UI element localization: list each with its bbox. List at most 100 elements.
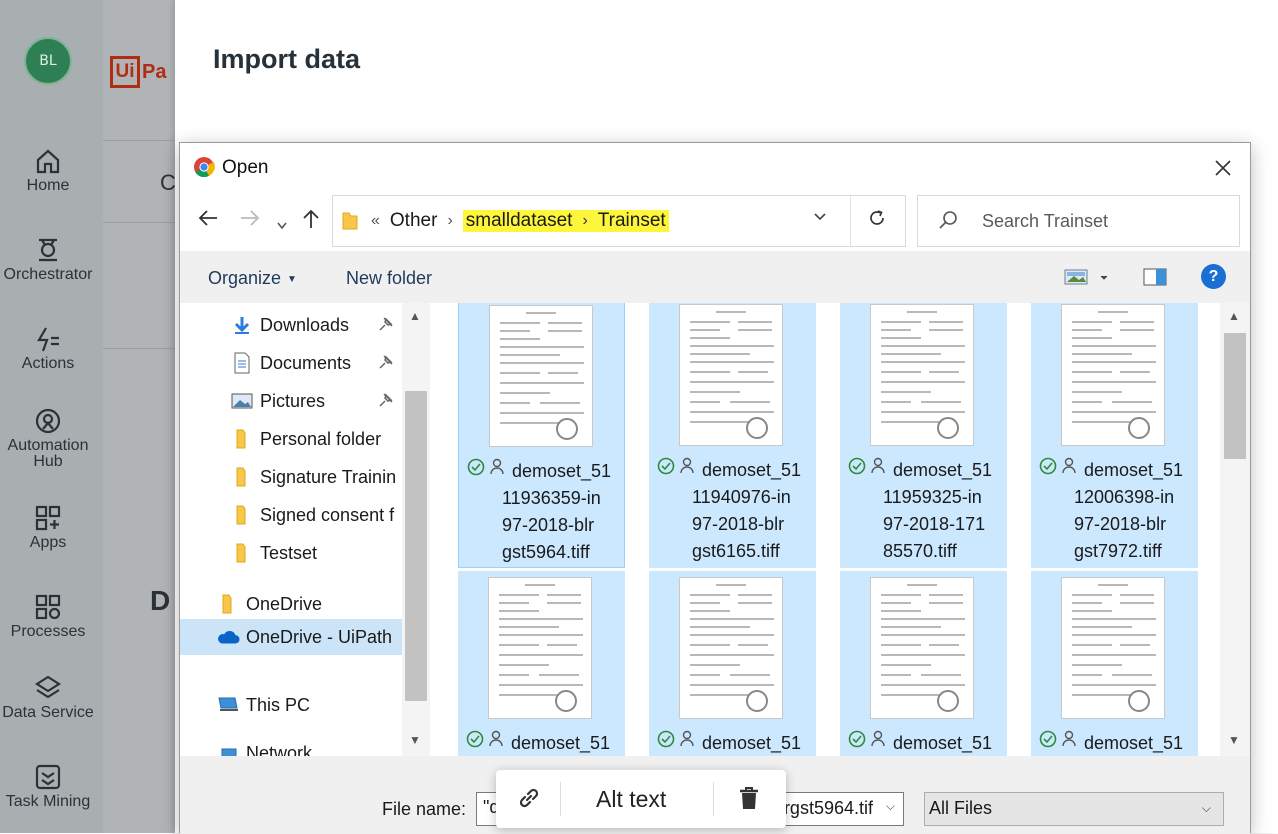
nav-orchestrator[interactable]: Orchestrator xyxy=(0,235,96,283)
scroll-up-icon[interactable]: ▲ xyxy=(1228,309,1240,323)
file-thumbnail xyxy=(870,577,974,719)
chrome-icon xyxy=(194,157,215,178)
file-name: demoset_51 11936359-in 97-2018-blr gst5964.… xyxy=(502,458,622,566)
thumbnail-line xyxy=(881,411,965,413)
refresh-button[interactable] xyxy=(867,208,887,234)
nav-item-onedrive[interactable]: OneDrive xyxy=(216,586,402,622)
file-name: demoset_51 12006398-in 97-2018-blr gst7972.… xyxy=(1074,457,1194,565)
actions-icon xyxy=(37,327,59,352)
thumbnail-line xyxy=(548,330,582,332)
help-button[interactable]: ? xyxy=(1201,264,1226,289)
nav-pane-scrollbar[interactable]: ▲ ▼ xyxy=(402,303,430,756)
scroll-down-icon[interactable]: ▼ xyxy=(409,733,421,747)
breadcrumb-item-smalldataset[interactable]: smalldataset xyxy=(466,210,573,232)
up-button[interactable] xyxy=(302,209,320,235)
nav-label: Orchestrator xyxy=(3,266,93,283)
avatar[interactable]: BL xyxy=(24,37,72,85)
delete-button[interactable] xyxy=(738,785,760,816)
close-icon xyxy=(1215,160,1231,176)
chevron-down-icon[interactable]: ⌵ xyxy=(886,799,895,814)
search-box[interactable]: Search Trainset xyxy=(917,195,1240,247)
thumbnail-line xyxy=(881,684,965,686)
organize-button[interactable]: Organize ▼ xyxy=(208,268,297,289)
search-placeholder: Search Trainset xyxy=(982,211,1109,231)
breadcrumb-overflow[interactable]: « xyxy=(371,212,380,230)
nav-item-this-pc[interactable]: This PC xyxy=(216,687,402,723)
file-tile[interactable]: demoset_51 11940976-in 97-2018-blr gst6165.… xyxy=(649,303,816,568)
preview-pane-icon xyxy=(1143,268,1167,286)
alt-text-button[interactable]: Alt text xyxy=(596,786,666,813)
nav-item-documents[interactable]: Documents xyxy=(230,345,402,381)
nav-item-onedrive-uipath[interactable]: OneDrive - UiPath xyxy=(180,619,402,655)
file-tile[interactable]: demoset_51 xyxy=(649,571,816,756)
thumbnail-line xyxy=(690,684,774,686)
shared-user-icon xyxy=(490,458,504,475)
splitter[interactable] xyxy=(430,303,442,756)
nav-item-downloads[interactable]: Downloads xyxy=(230,307,402,343)
new-folder-button[interactable]: New folder xyxy=(346,268,432,289)
nav-item-network[interactable]: Network xyxy=(216,735,402,756)
file-list-scrollbar[interactable]: ▲ ▼ xyxy=(1220,303,1250,756)
thumbnail-line xyxy=(500,412,584,414)
forward-button[interactable] xyxy=(240,209,260,233)
scroll-up-icon[interactable]: ▲ xyxy=(409,309,421,323)
thumbnail-line xyxy=(1072,401,1102,403)
nav-item-signed-consent[interactable]: Signed consent f xyxy=(230,497,402,533)
recent-locations-button[interactable] xyxy=(277,213,287,236)
nav-item-label: OneDrive - UiPath xyxy=(246,626,393,647)
thumbnail-line xyxy=(738,644,768,646)
thumbnail-line xyxy=(881,594,921,596)
nav-item-pictures[interactable]: Pictures xyxy=(230,383,402,419)
nav-processes[interactable]: Processes xyxy=(0,592,96,640)
preview-pane-button[interactable] xyxy=(1143,268,1167,291)
scroll-down-icon[interactable]: ▼ xyxy=(1228,733,1240,747)
address-bar[interactable]: « Other › smalldataset › Trainset xyxy=(332,195,906,247)
nav-item-testset[interactable]: Testset xyxy=(230,535,402,571)
thumbnail-line xyxy=(1112,674,1152,676)
file-type-select[interactable]: All Files ⌵ xyxy=(924,792,1224,826)
thumbnail-line xyxy=(690,329,720,331)
thumbnail-line xyxy=(1072,321,1112,323)
thumbnail-line xyxy=(1072,626,1132,628)
scrollbar-thumb[interactable] xyxy=(1224,333,1246,459)
file-name-line: 85570.tiff xyxy=(883,541,957,561)
link-button[interactable] xyxy=(516,785,542,816)
nav-task-mining[interactable]: Task Mining xyxy=(0,762,96,810)
nav-item-signature-training[interactable]: Signature Trainin xyxy=(230,459,402,495)
thumbnail-line xyxy=(1120,602,1154,604)
home-icon xyxy=(36,149,60,174)
nav-apps[interactable]: Apps xyxy=(0,503,96,551)
file-name: demoset_51 11959325-in 97-2018-171 85570.ti… xyxy=(883,457,1003,565)
thumbnail-line xyxy=(500,422,560,424)
thumbnail-line xyxy=(499,654,583,656)
thumbnail-line xyxy=(907,311,937,313)
pin-icon xyxy=(378,316,394,337)
file-tile[interactable]: demoset_51 xyxy=(458,571,625,756)
breadcrumb-item-other[interactable]: Other xyxy=(390,210,438,232)
file-name-value-end: rgst5964.tif xyxy=(783,798,873,818)
file-tile[interactable]: demoset_51 11959325-in 97-2018-171 85570.ti… xyxy=(840,303,1007,568)
nav-home[interactable]: Home xyxy=(0,146,96,194)
nav-data-service[interactable]: Data Service xyxy=(0,673,96,721)
divider xyxy=(103,140,175,141)
nav-automation-hub[interactable]: Automation Hub xyxy=(0,406,96,470)
file-name-line: gst6165.tiff xyxy=(692,541,780,561)
file-tile[interactable]: demoset_51 11936359-in 97-2018-blr gst5964.… xyxy=(458,303,625,568)
file-tile[interactable]: demoset_51 xyxy=(1031,571,1198,756)
logo-text: Pa xyxy=(142,60,167,83)
folder-icon xyxy=(230,542,254,564)
close-button[interactable] xyxy=(1208,153,1238,183)
thumbnail-line xyxy=(881,664,931,666)
breadcrumb-item-trainset[interactable]: Trainset xyxy=(598,210,666,232)
nav-item-personal-folder[interactable]: Personal folder xyxy=(230,421,402,457)
change-view-button[interactable] xyxy=(1064,268,1108,291)
scrollbar-thumb[interactable] xyxy=(405,391,427,701)
file-tile[interactable]: demoset_51 xyxy=(840,571,1007,756)
file-tile[interactable]: demoset_51 12006398-in 97-2018-blr gst7972.… xyxy=(1031,303,1198,568)
address-dropdown-button[interactable] xyxy=(813,210,827,229)
back-button[interactable] xyxy=(198,209,218,233)
thumbnail-line xyxy=(921,674,961,676)
thumbnail-line xyxy=(1072,345,1156,347)
nav-actions[interactable]: Actions xyxy=(0,324,96,372)
file-name-line: gst7972.tiff xyxy=(1074,541,1162,561)
